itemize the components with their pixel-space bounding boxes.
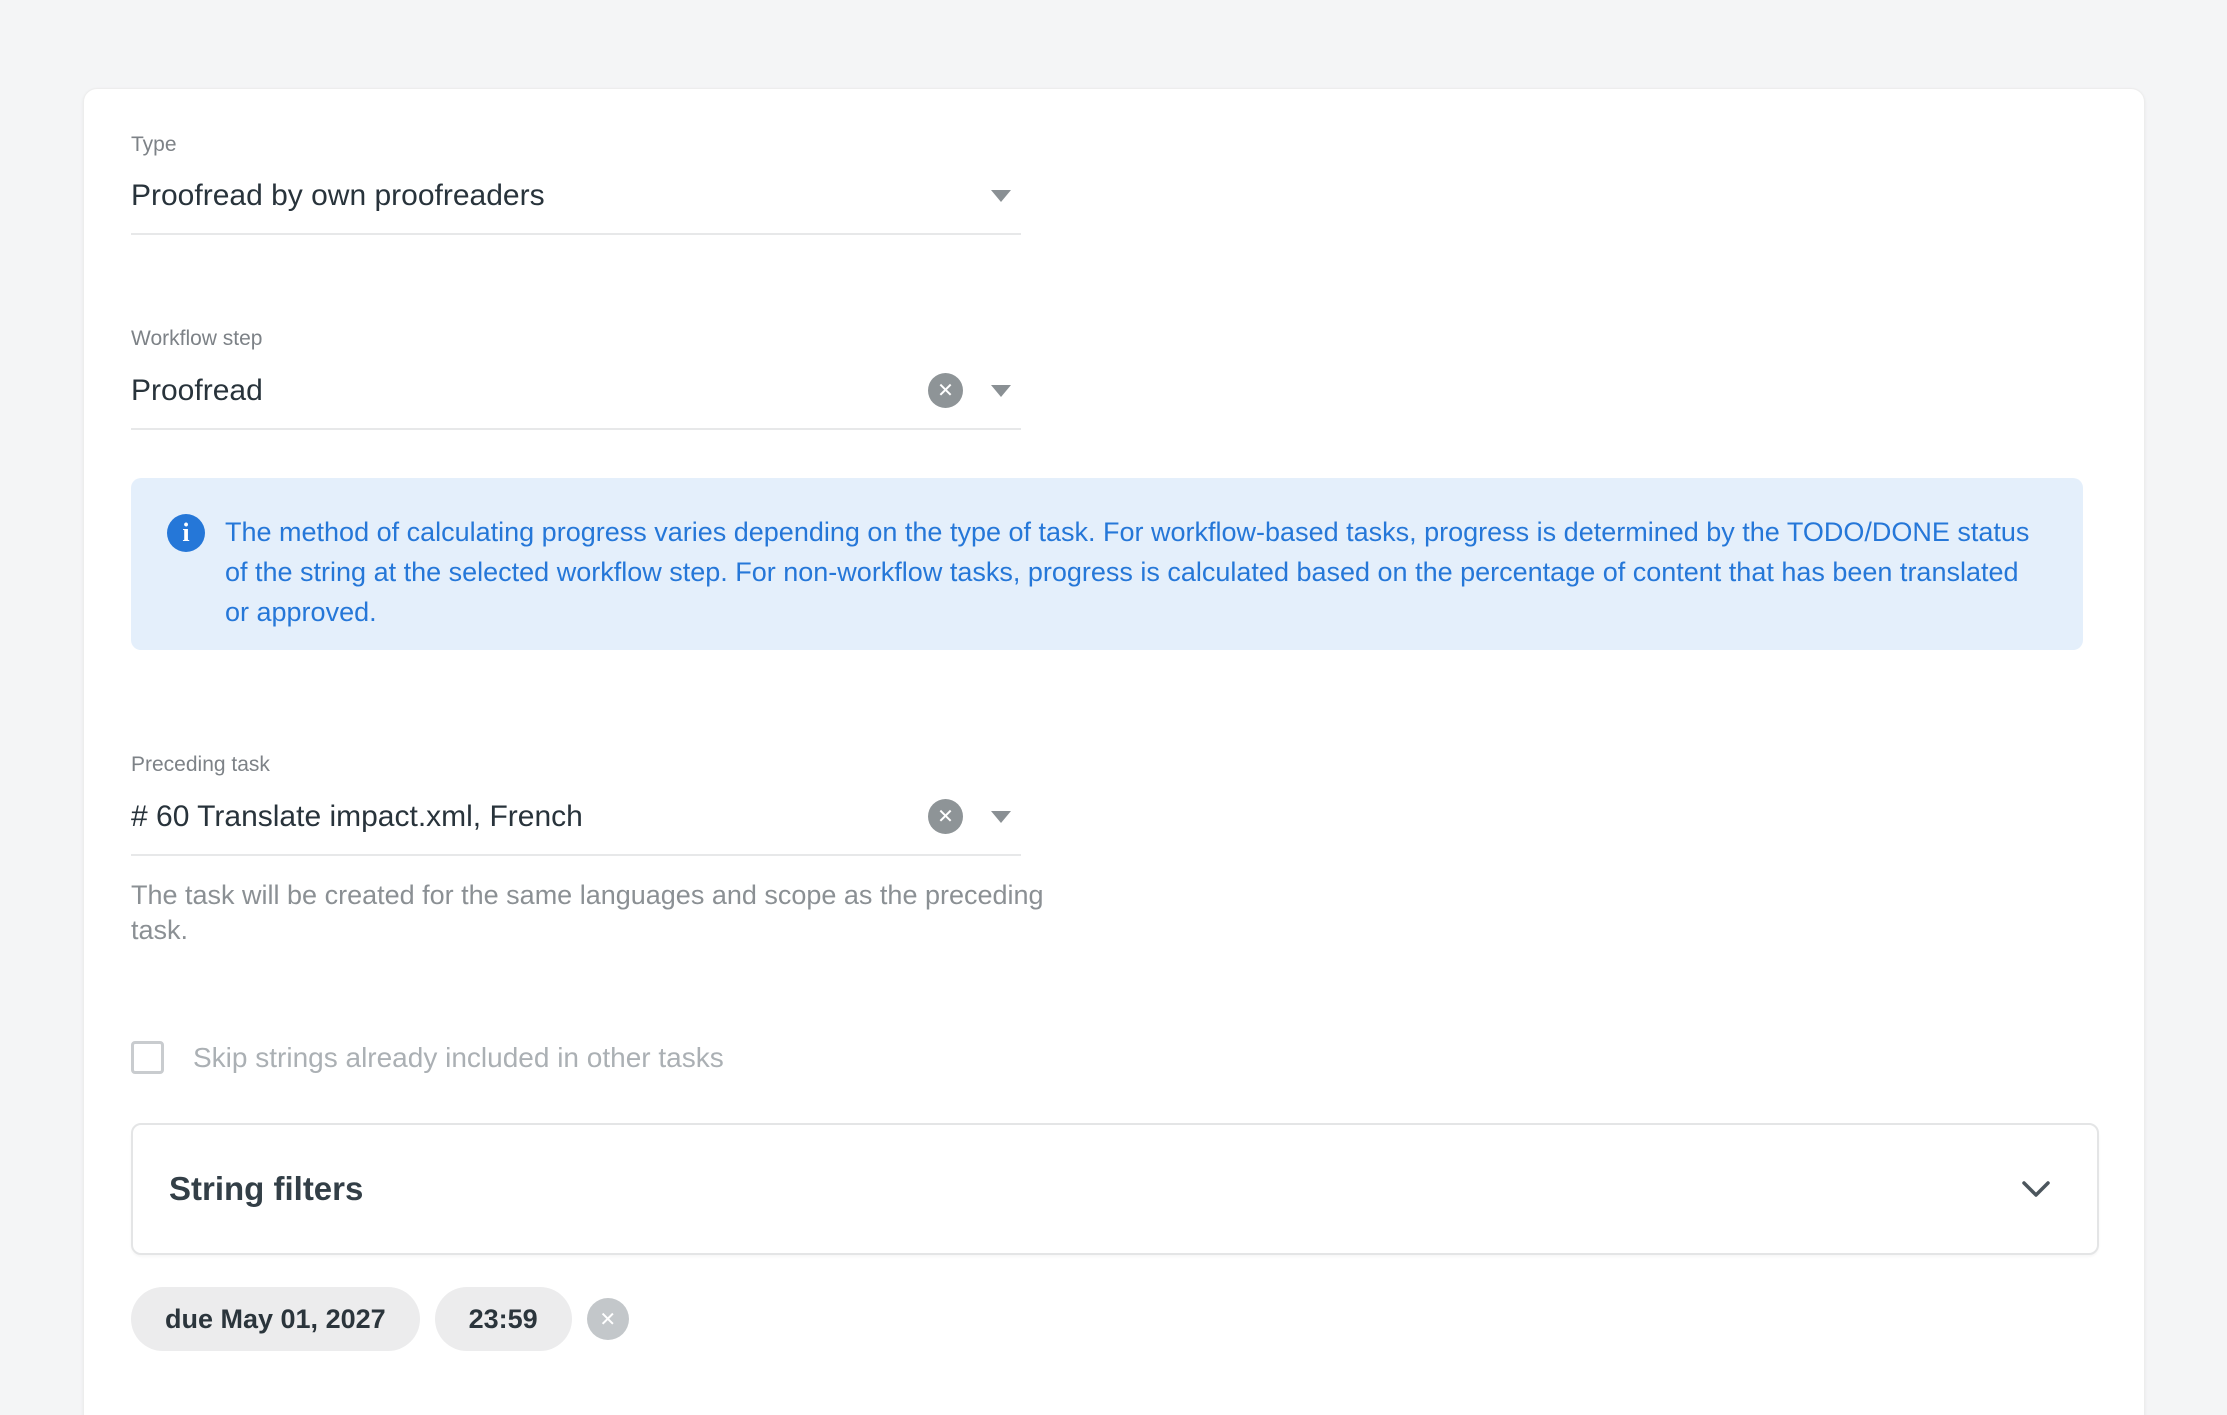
info-icon-glyph: i <box>182 518 189 548</box>
type-select[interactable]: Proofread by own proofreaders <box>131 173 1021 235</box>
caret-down-icon <box>991 385 1011 397</box>
remove-due-date-button[interactable]: ✕ <box>587 1298 629 1340</box>
string-filters-panel[interactable]: String filters <box>131 1123 2099 1255</box>
task-form-card: Type Proofread by own proofreaders Workf… <box>83 88 2145 1415</box>
skip-strings-checkbox[interactable] <box>131 1041 164 1074</box>
clear-icon: ✕ <box>937 804 954 829</box>
type-select-value: Proofread by own proofreaders <box>131 179 991 213</box>
caret-down-icon <box>991 811 1011 823</box>
due-time-chip[interactable]: 23:59 <box>435 1287 572 1351</box>
preceding-task-field: Preceding task # 60 Translate impact.xml… <box>131 753 1021 948</box>
type-field: Type Proofread by own proofreaders <box>131 133 1021 235</box>
skip-strings-checkbox-row: Skip strings already included in other t… <box>131 1041 724 1074</box>
due-date-chip-label: due May 01, 2027 <box>165 1304 386 1335</box>
preceding-task-select-value: # 60 Translate impact.xml, French <box>131 800 928 834</box>
preceding-task-clear-button[interactable]: ✕ <box>928 799 963 834</box>
workflow-step-select[interactable]: Proofread ✕ <box>131 367 1021 430</box>
string-filters-title: String filters <box>169 1170 2021 1208</box>
progress-info-note: i The method of calculating progress var… <box>131 478 2083 650</box>
preceding-task-field-label: Preceding task <box>131 753 1021 777</box>
close-icon: ✕ <box>599 1307 616 1332</box>
workflow-step-field: Workflow step Proofread ✕ <box>131 327 1021 430</box>
preceding-task-select[interactable]: # 60 Translate impact.xml, French ✕ <box>131 793 1021 856</box>
workflow-step-clear-button[interactable]: ✕ <box>928 373 963 408</box>
preceding-task-helper-text: The task will be created for the same la… <box>131 878 1051 948</box>
due-time-chip-label: 23:59 <box>469 1304 538 1335</box>
due-chips-row: due May 01, 2027 23:59 ✕ <box>131 1287 629 1351</box>
skip-strings-checkbox-label: Skip strings already included in other t… <box>193 1042 724 1074</box>
caret-down-icon <box>991 190 1011 202</box>
type-field-label: Type <box>131 133 1021 157</box>
due-date-chip[interactable]: due May 01, 2027 <box>131 1287 420 1351</box>
chevron-down-icon <box>2021 1180 2051 1198</box>
workflow-step-select-value: Proofread <box>131 374 928 408</box>
clear-icon: ✕ <box>937 378 954 403</box>
info-icon: i <box>167 514 205 552</box>
workflow-step-field-label: Workflow step <box>131 327 1021 351</box>
progress-info-note-text: The method of calculating progress varie… <box>225 512 2043 650</box>
